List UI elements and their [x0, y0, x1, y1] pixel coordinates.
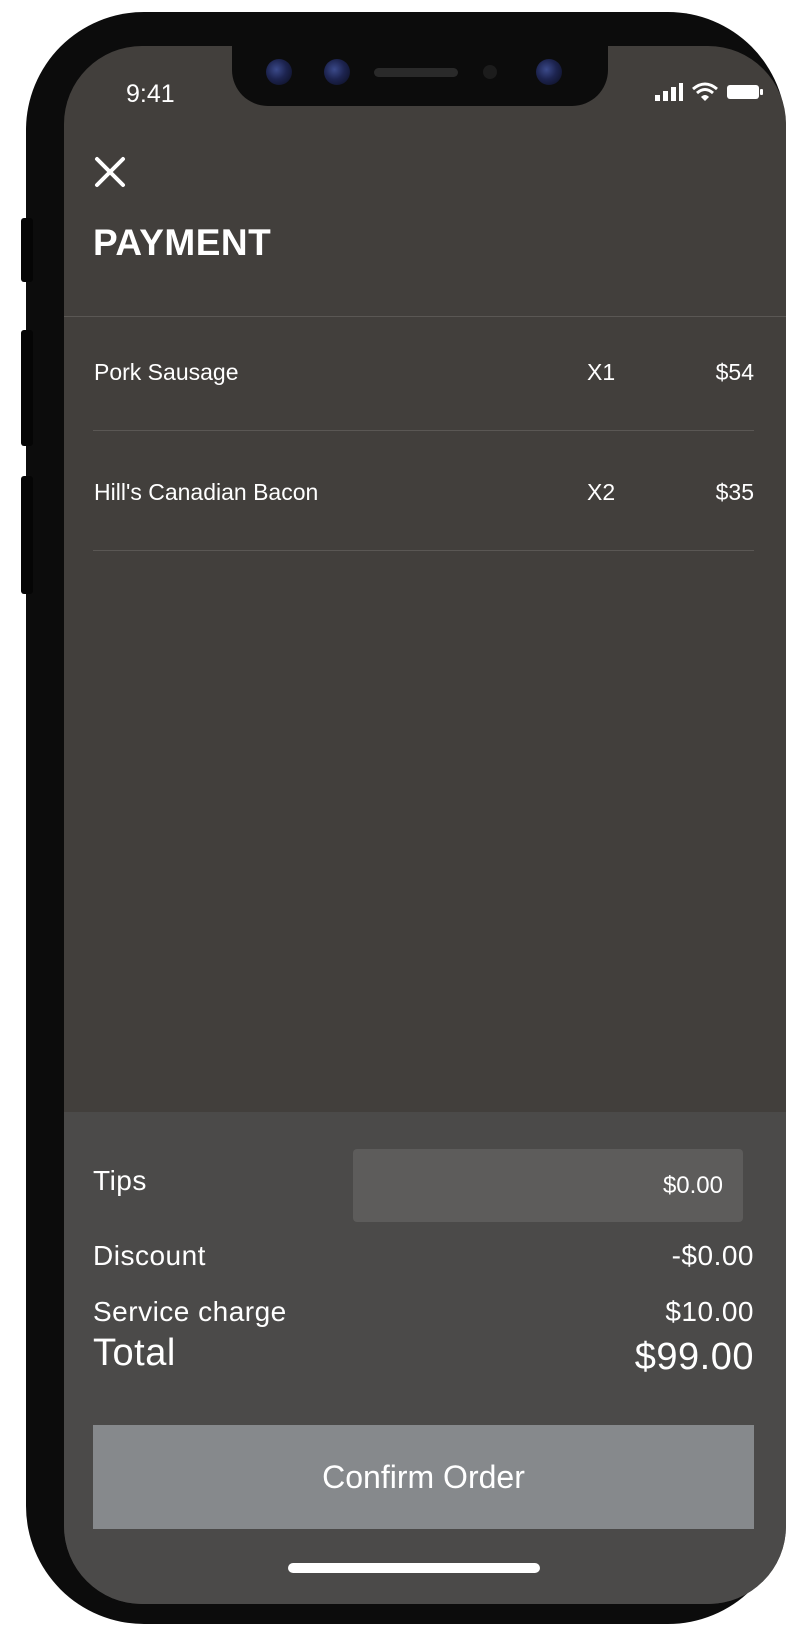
item-name: Hill's Canadian Bacon [94, 479, 319, 505]
mute-switch [21, 218, 33, 282]
close-icon [95, 157, 125, 187]
tips-label: Tips [93, 1165, 147, 1196]
service-charge-value: $10.00 [665, 1296, 754, 1327]
home-indicator[interactable] [288, 1563, 540, 1573]
payment-summary: Tips Discount -$0.00 Service charge $10.… [64, 1112, 786, 1604]
confirm-order-button[interactable]: Confirm Order [93, 1425, 754, 1529]
wifi-icon [692, 82, 718, 101]
proximity-sensor [483, 65, 497, 79]
item-price: $54 [715, 359, 754, 385]
status-time: 9:41 [126, 80, 175, 108]
volume-down-button [21, 476, 33, 594]
discount-value: -$0.00 [671, 1240, 754, 1271]
app-screen: 9:41 PAYMENT Pork Sausage X1 $54 Hill's … [64, 46, 786, 1604]
list-item[interactable]: Hill's Canadian Bacon X2 $35 [93, 430, 754, 551]
close-button[interactable] [92, 154, 128, 190]
tips-input[interactable] [353, 1149, 743, 1222]
signal-icon [655, 83, 683, 101]
battery-icon [727, 85, 763, 99]
service-charge-label: Service charge [93, 1296, 287, 1327]
total-value: $99.00 [634, 1336, 754, 1378]
volume-up-button [21, 330, 33, 446]
total-label: Total [93, 1332, 176, 1374]
dot-projector-icon [536, 59, 562, 85]
page-title: PAYMENT [93, 222, 272, 263]
notch [232, 46, 608, 106]
item-quantity: X2 [587, 479, 616, 505]
list-item[interactable]: Pork Sausage X1 $54 [93, 310, 754, 431]
status-icons [654, 82, 764, 102]
front-camera-icon [266, 59, 292, 85]
item-price: $35 [715, 479, 754, 505]
face-id-camera-icon [324, 59, 350, 85]
speaker-grille [374, 68, 458, 77]
discount-label: Discount [93, 1240, 206, 1271]
item-name: Pork Sausage [94, 359, 239, 385]
item-quantity: X1 [587, 359, 616, 385]
